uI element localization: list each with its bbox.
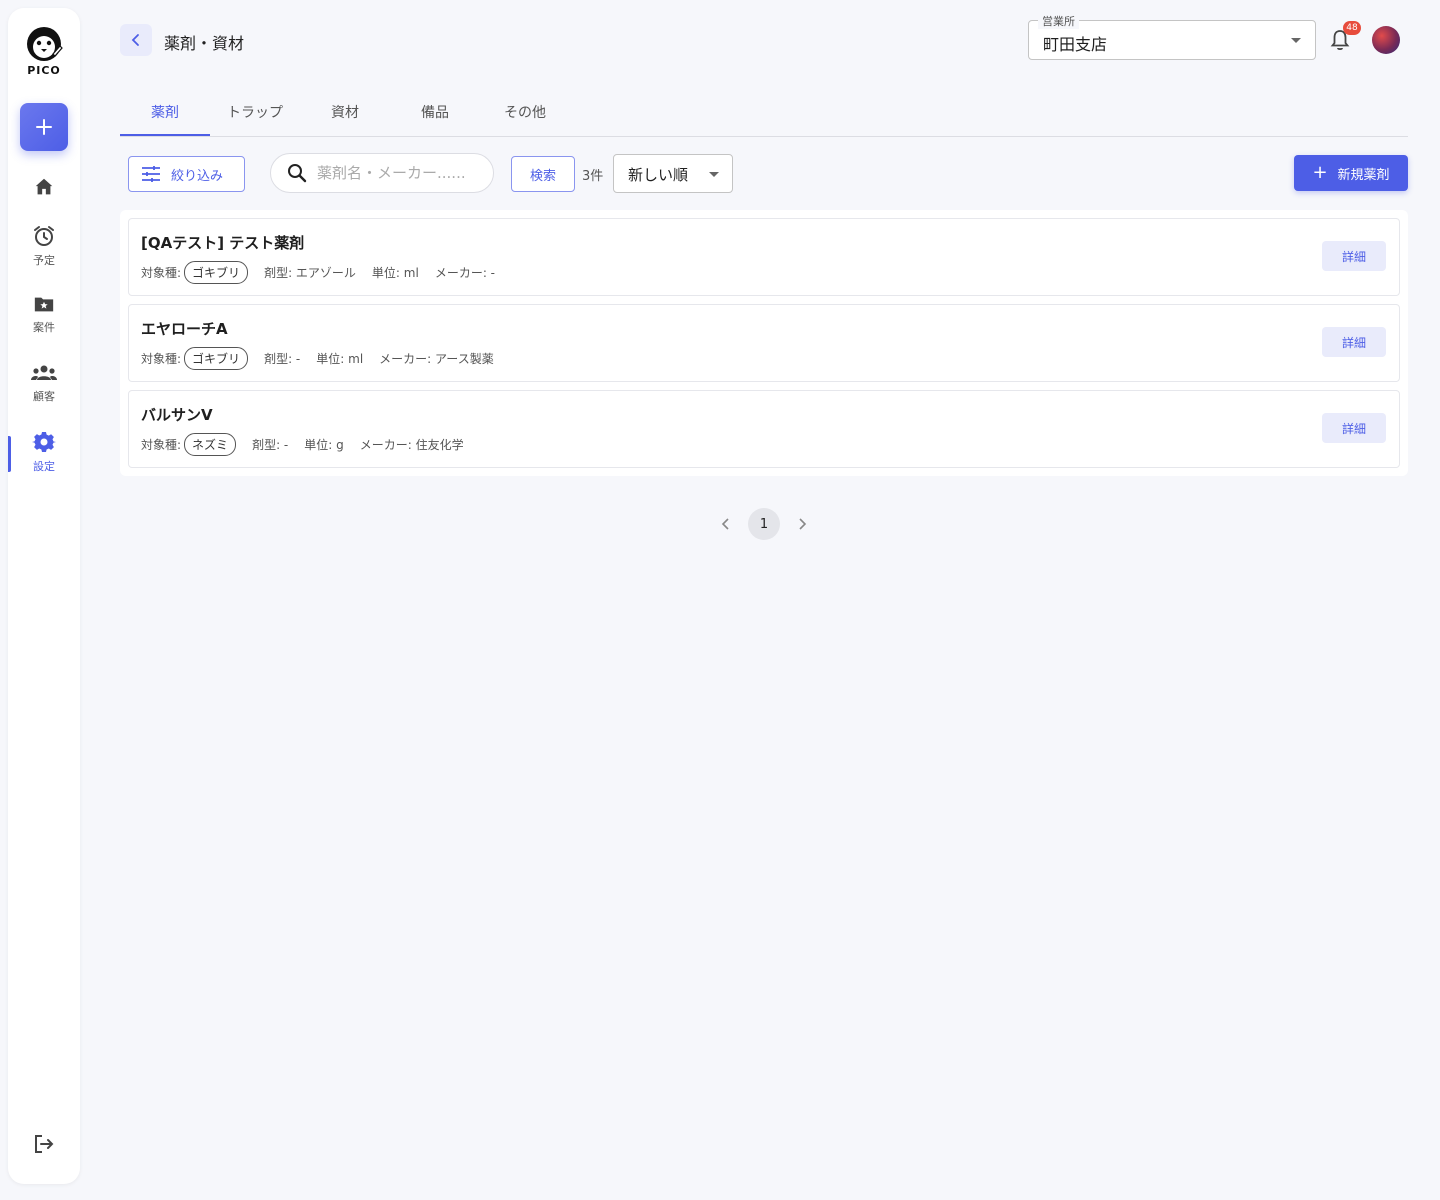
- back-button[interactable]: [120, 24, 152, 56]
- target-label: 対象種:: [141, 352, 182, 366]
- result-count: 3件: [582, 169, 604, 184]
- item-name: [QAテスト] テスト薬剤: [141, 234, 305, 252]
- pagination-prev[interactable]: [716, 514, 736, 534]
- tab-traps[interactable]: トラップ: [210, 88, 300, 136]
- avatar[interactable]: [1372, 26, 1400, 54]
- tab-chemicals[interactable]: 薬剤: [120, 88, 210, 136]
- quick-add-button[interactable]: [20, 103, 68, 151]
- pagination-page[interactable]: 1: [748, 508, 780, 540]
- maker-field: メーカー: 住友化学: [359, 438, 464, 452]
- item-name: エヤローチA: [141, 320, 228, 338]
- search-icon: [288, 164, 307, 183]
- tab-equipment[interactable]: 備品: [390, 88, 480, 136]
- sidebar-item-label: 顧客: [33, 390, 55, 403]
- category-tabs: 薬剤 トラップ 資材 備品 その他: [120, 88, 1408, 137]
- people-icon: [31, 365, 57, 380]
- item-meta: 対象種: ゴキブリ 剤型: エアゾール 単位: ml メーカー: -: [141, 261, 511, 284]
- logo-text: PICO: [27, 64, 61, 77]
- chevron-left-icon: [131, 34, 139, 46]
- plus-icon: [36, 119, 52, 135]
- sidebar-item-settings[interactable]: 設定: [8, 430, 80, 474]
- target-label: 対象種:: [141, 438, 182, 452]
- branch-select-value: 町田支店: [1043, 35, 1108, 54]
- form-field: 剤型: エアゾール: [264, 266, 356, 280]
- tab-materials[interactable]: 資材: [300, 88, 390, 136]
- item-name: バルサンV: [141, 406, 213, 424]
- list-item[interactable]: エヤローチA 対象種: ゴキブリ 剤型: - 単位: ml メーカー: アース製…: [128, 304, 1400, 382]
- folder-star-icon: [34, 297, 54, 312]
- filter-button[interactable]: 絞り込み: [128, 156, 245, 192]
- unit-field: 単位: g: [304, 438, 344, 452]
- logout-icon[interactable]: [32, 1132, 56, 1156]
- alarm-clock-icon: [34, 226, 54, 246]
- item-meta: 対象種: ネズミ 剤型: - 単位: g メーカー: 住友化学: [141, 433, 480, 456]
- home-icon: [35, 178, 53, 195]
- sidebar-item-label: 設定: [33, 460, 55, 473]
- sort-select-value: 新しい順: [628, 166, 689, 184]
- maker-field: メーカー: アース製薬: [379, 352, 494, 366]
- unit-field: 単位: ml: [316, 352, 364, 366]
- target-chip: ネズミ: [184, 433, 237, 456]
- notification-badge: 48: [1343, 21, 1361, 35]
- penguin-logo-icon: [27, 27, 63, 61]
- search-button[interactable]: 検索: [511, 156, 575, 192]
- sidebar-item-customers[interactable]: 顧客: [8, 362, 80, 404]
- pagination-next[interactable]: [792, 514, 812, 534]
- target-chip: ゴキブリ: [184, 347, 249, 370]
- gear-icon: [32, 432, 56, 452]
- sidebar-item-label: 案件: [33, 321, 55, 334]
- chemical-list: [QAテスト] テスト薬剤 対象種: ゴキブリ 剤型: エアゾール 単位: ml…: [120, 210, 1408, 476]
- search-box: [270, 153, 494, 193]
- target-label: 対象種:: [141, 266, 182, 280]
- caret-down-icon: [1291, 38, 1301, 43]
- caret-down-icon: [709, 172, 719, 177]
- maker-field: メーカー: -: [434, 266, 496, 280]
- sidebar-item-projects[interactable]: 案件: [8, 293, 80, 335]
- plus-icon: +: [1312, 162, 1328, 183]
- branch-select-label: 営業所: [1038, 13, 1079, 29]
- sliders-icon: [142, 166, 160, 182]
- tab-others[interactable]: その他: [480, 88, 570, 136]
- filter-button-label: 絞り込み: [171, 168, 224, 184]
- new-chemical-button[interactable]: + 新規薬剤: [1294, 155, 1408, 191]
- chevron-right-icon: [799, 518, 807, 530]
- target-chip: ゴキブリ: [184, 261, 249, 284]
- form-field: 剤型: -: [264, 352, 301, 366]
- detail-button[interactable]: 詳細: [1322, 327, 1386, 357]
- branch-select[interactable]: 営業所 町田支店: [1028, 13, 1316, 60]
- sidebar-item-schedule[interactable]: 予定: [8, 224, 80, 268]
- form-field: 剤型: -: [252, 438, 289, 452]
- sidebar: PICO 予定 案件 顧客 設定: [8, 8, 80, 1184]
- sort-select[interactable]: 新しい順: [613, 154, 733, 193]
- chevron-left-icon: [721, 518, 729, 530]
- tab-indicator: [120, 134, 210, 136]
- detail-button[interactable]: 詳細: [1322, 413, 1386, 443]
- list-item[interactable]: バルサンV 対象種: ネズミ 剤型: - 単位: g メーカー: 住友化学 詳細: [128, 390, 1400, 468]
- sidebar-item-home[interactable]: [8, 176, 80, 198]
- item-meta: 対象種: ゴキブリ 剤型: - 単位: ml メーカー: アース製薬: [141, 347, 510, 370]
- new-chemical-button-label: 新規薬剤: [1337, 167, 1390, 183]
- unit-field: 単位: ml: [371, 266, 419, 280]
- logo[interactable]: PICO: [8, 24, 80, 77]
- search-input[interactable]: [317, 164, 477, 182]
- sidebar-item-label: 予定: [33, 254, 55, 267]
- detail-button[interactable]: 詳細: [1322, 241, 1386, 271]
- page-title: 薬剤・資材: [164, 34, 245, 53]
- list-item[interactable]: [QAテスト] テスト薬剤 対象種: ゴキブリ 剤型: エアゾール 単位: ml…: [128, 218, 1400, 296]
